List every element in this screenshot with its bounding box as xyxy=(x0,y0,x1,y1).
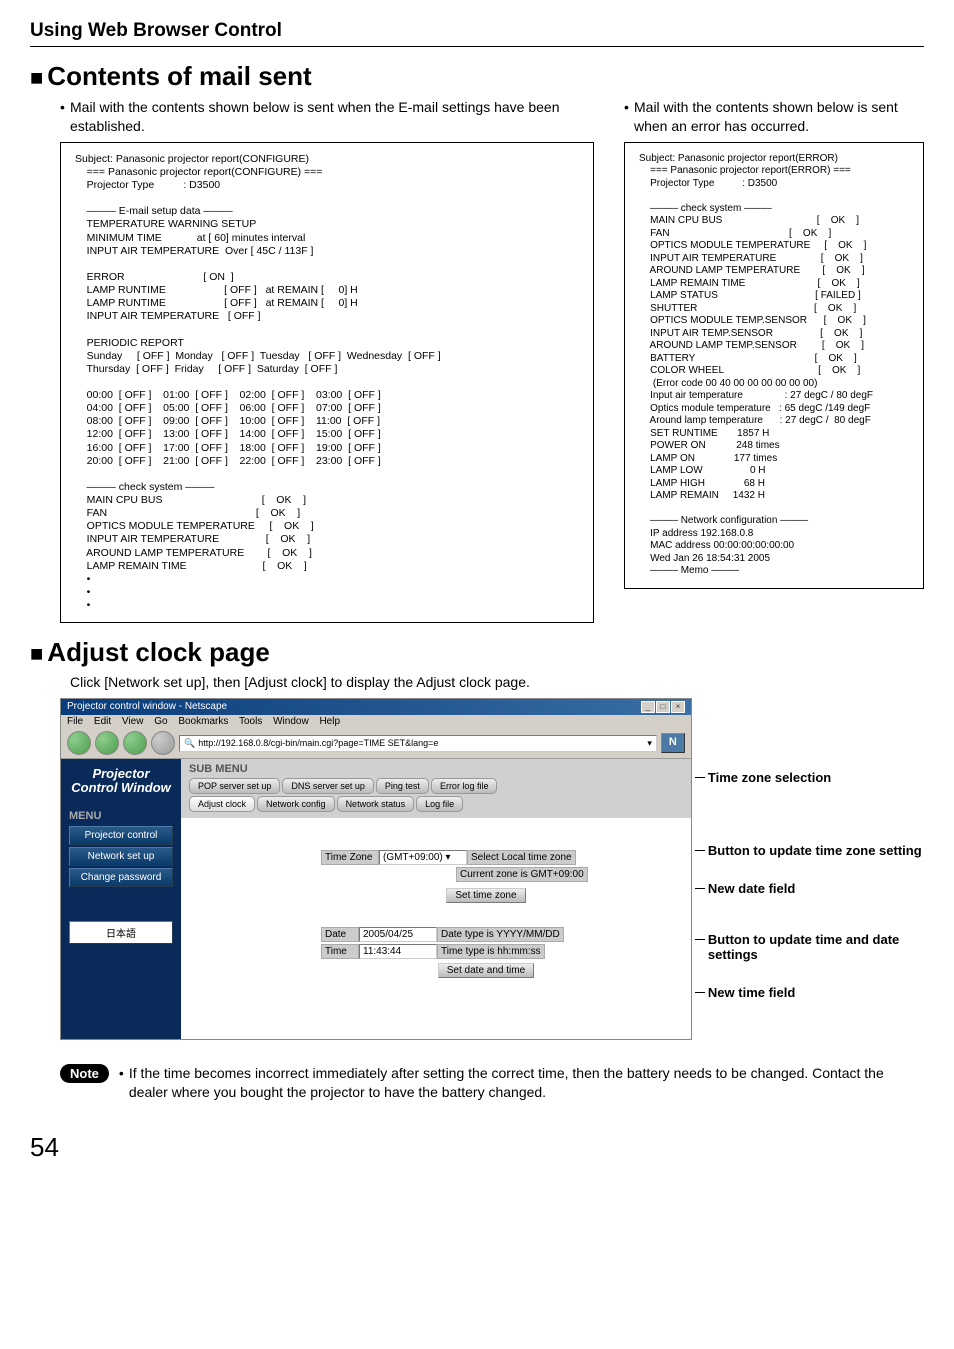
sidebar: Projector Control Window MENU Projector … xyxy=(61,759,181,1039)
note-row: Note If the time becomes incorrect immed… xyxy=(60,1064,894,1102)
tz-label: Time Zone xyxy=(321,850,379,865)
browser-toolbar: 🔍 http://192.168.0.8/cgi-bin/main.cgi?pa… xyxy=(61,728,691,759)
tz-select[interactable]: (GMT+09:00) ▾ xyxy=(379,850,467,865)
main-content: SUB MENU POP server set up DNS server se… xyxy=(181,759,691,1039)
url-text: http://192.168.0.8/cgi-bin/main.cgi?page… xyxy=(198,738,438,748)
back-icon[interactable] xyxy=(67,731,91,755)
menu-bookmarks[interactable]: Bookmarks xyxy=(178,716,228,727)
annot-timezone: Time zone selection xyxy=(698,770,924,786)
tab-network-config[interactable]: Network config xyxy=(257,796,335,812)
url-wand-icon: 🔍 xyxy=(184,738,195,749)
browser-window: Projector control window - Netscape _□× … xyxy=(60,698,692,1040)
note-label: Note xyxy=(60,1064,109,1083)
time-input[interactable]: 11:43:44 xyxy=(359,944,437,959)
tab-error-log[interactable]: Error log file xyxy=(431,778,498,794)
sidebar-header: Projector Control Window xyxy=(61,759,181,804)
menu-tools[interactable]: Tools xyxy=(239,716,262,727)
time-note: Time type is hh:mm:ss xyxy=(437,944,545,959)
page-number: 54 xyxy=(30,1132,924,1163)
url-bar[interactable]: 🔍 http://192.168.0.8/cgi-bin/main.cgi?pa… xyxy=(179,735,657,752)
annot-dt-button: Button to update time and date settings xyxy=(698,932,924,963)
tab-ping-test[interactable]: Ping test xyxy=(376,778,429,794)
section-title-clock: Adjust clock page xyxy=(30,637,924,668)
maximize-icon[interactable]: □ xyxy=(656,701,670,713)
tab-dns-server[interactable]: DNS server set up xyxy=(282,778,374,794)
page-header: Using Web Browser Control xyxy=(30,20,924,47)
tab-log-file[interactable]: Log file xyxy=(416,796,463,812)
menu-edit[interactable]: Edit xyxy=(94,716,111,727)
browser-menubar: File Edit View Go Bookmarks Tools Window… xyxy=(61,715,691,728)
tab-network-status[interactable]: Network status xyxy=(337,796,415,812)
menu-help[interactable]: Help xyxy=(319,716,340,727)
date-note: Date type is YYYY/MM/DD xyxy=(437,927,564,942)
menu-window[interactable]: Window xyxy=(273,716,309,727)
tab-adjust-clock[interactable]: Adjust clock xyxy=(189,796,255,812)
reload-icon[interactable] xyxy=(123,731,147,755)
close-icon[interactable]: × xyxy=(671,701,685,713)
browser-content: Projector Control Window MENU Projector … xyxy=(61,759,691,1039)
set-timezone-button[interactable]: Set time zone xyxy=(446,888,525,903)
form-area: Time Zone (GMT+09:00) ▾ Select Local tim… xyxy=(181,818,691,1008)
menu-view[interactable]: View xyxy=(122,716,144,727)
dropdown-icon[interactable]: ▾ xyxy=(647,738,652,749)
go-button[interactable]: N xyxy=(661,733,685,753)
forward-icon[interactable] xyxy=(95,731,119,755)
annot-date-field: New date field xyxy=(698,881,924,897)
menu-file[interactable]: File xyxy=(67,716,83,727)
date-input[interactable]: 2005/04/25 xyxy=(359,927,437,942)
set-datetime-button[interactable]: Set date and time xyxy=(438,963,534,978)
sidebar-menu-label: MENU xyxy=(61,804,181,824)
menu-go[interactable]: Go xyxy=(154,716,167,727)
submenu-title: SUB MENU xyxy=(189,763,683,775)
sidebar-change-password[interactable]: Change password xyxy=(69,868,173,887)
sidebar-network-setup[interactable]: Network set up xyxy=(69,847,173,866)
annot-time-field: New time field xyxy=(698,985,924,1001)
sidebar-japanese[interactable]: 日本語 xyxy=(69,921,173,944)
submenu-bar: SUB MENU POP server set up DNS server se… xyxy=(181,759,691,818)
minimize-icon[interactable]: _ xyxy=(641,701,655,713)
sidebar-projector-control[interactable]: Projector control xyxy=(69,826,173,845)
header-title: Using Web Browser Control xyxy=(30,20,924,46)
mail-intro-left: Mail with the contents shown below is se… xyxy=(60,98,594,136)
annot-tz-button: Button to update time zone setting xyxy=(698,843,924,859)
note-text: If the time becomes incorrect immediatel… xyxy=(119,1064,894,1102)
clock-area: Projector control window - Netscape _□× … xyxy=(60,698,924,1040)
configure-mail-box: Subject: Panasonic projector report(CONF… xyxy=(60,142,594,623)
date-label: Date xyxy=(321,927,359,942)
mail-boxes-row: Subject: Panasonic projector report(CONF… xyxy=(60,136,924,623)
error-mail-box: Subject: Panasonic projector report(ERRO… xyxy=(624,142,924,589)
browser-title: Projector control window - Netscape xyxy=(67,701,227,713)
window-buttons: _□× xyxy=(640,701,685,713)
tz-note1: Select Local time zone xyxy=(467,850,576,865)
annotations: Time zone selection Button to update tim… xyxy=(698,698,924,1040)
mail-intro-right: Mail with the contents shown below is se… xyxy=(624,98,924,136)
browser-titlebar: Projector control window - Netscape _□× xyxy=(61,699,691,715)
stop-icon[interactable] xyxy=(151,731,175,755)
clock-desc: Click [Network set up], then [Adjust clo… xyxy=(70,674,924,690)
time-label: Time xyxy=(321,944,359,959)
tab-pop-server[interactable]: POP server set up xyxy=(189,778,280,794)
section-title-mail: Contents of mail sent xyxy=(30,61,924,92)
tz-note2: Current zone is GMT+09:00 xyxy=(456,867,588,882)
mail-intro-row: Mail with the contents shown below is se… xyxy=(60,98,924,136)
